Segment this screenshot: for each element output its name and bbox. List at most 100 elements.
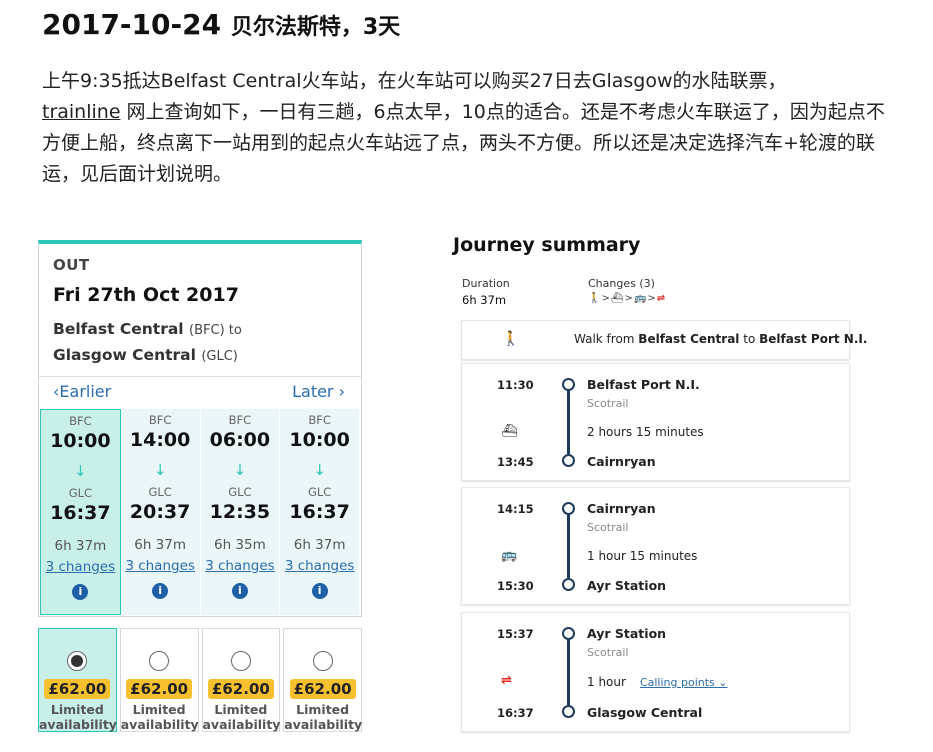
arrow-down-icon: ↓ (313, 461, 326, 479)
radio[interactable] (149, 651, 170, 671)
info-icon[interactable]: i (152, 583, 169, 599)
info-icon[interactable]: i (72, 584, 89, 600)
stop-dot (562, 454, 575, 467)
arr-station-code: GLC (68, 486, 93, 500)
info-icon[interactable]: i (311, 583, 328, 599)
journey-option-3[interactable]: BFC 06:00 ↓ GLC 12:35 6h 35m 3 changes i (200, 409, 281, 615)
dep-station: Cairnryan (587, 501, 656, 516)
radio[interactable] (230, 651, 251, 671)
arr-station-code: GLC (228, 485, 252, 499)
post-paragraph: 上午9:35抵达Belfast Central火车站，在火车站可以购买27日去G… (42, 66, 902, 190)
price-option-3[interactable]: £62.00 Limited availability (201, 628, 281, 732)
dep-station-code: BFC (148, 413, 172, 427)
heading-rest: 贝尔法斯特，3天 (230, 15, 401, 40)
availability-text: Limited availability (39, 702, 117, 732)
journey-option-1[interactable]: BFC 10:00 ↓ GLC 16:37 6h 37m 3 changes i (40, 409, 121, 615)
dep-time: 10:00 (289, 429, 350, 451)
availability-line1: Limited (50, 702, 104, 717)
from-station: Belfast Central (53, 320, 184, 338)
chevron-down-icon: ⌄ (714, 676, 728, 689)
price-option-2[interactable]: £62.00 Limited availability (119, 628, 199, 732)
leg-1: 11:30 Belfast Port N.I. Scotrail ⛴ 2 hou… (461, 363, 850, 481)
arr-station-code: GLC (148, 485, 172, 499)
dep-time: 11:30 (497, 378, 534, 392)
arrow-down-icon: ↓ (74, 462, 87, 480)
availability-line1: Limited (214, 702, 268, 717)
out-label: OUT (53, 256, 90, 274)
dep-station: Belfast Port N.I. (587, 377, 700, 392)
changes-link[interactable]: 3 changes (121, 558, 200, 574)
ferry-icon: ⛴ (610, 293, 625, 304)
paragraph-part2: 网上查询如下，一日有三趟，6点太早，10点的适合。还是不考虑火车联运了，因为起点… (42, 101, 885, 185)
travel-date: Fri 27th Oct 2017 (53, 284, 239, 306)
trainline-link[interactable]: trainline (42, 101, 121, 123)
availability-line1: Limited (132, 702, 186, 717)
chevron-right-icon: › (333, 382, 345, 401)
duration-label: Duration (462, 277, 510, 290)
bus-icon: 🚌 (501, 548, 518, 563)
earlier-label: Earlier (59, 382, 112, 401)
leg-duration: 2 hours 15 minutes (587, 425, 704, 439)
national-rail-icon: ⇌ (501, 673, 512, 688)
route-from: Belfast Central (BFC) to (53, 320, 242, 338)
availability-line2: availability (39, 717, 117, 732)
dep-station-code: BFC (69, 414, 92, 428)
arr-station: Glasgow Central (587, 705, 703, 720)
changes-link[interactable]: 3 changes (201, 558, 280, 574)
arr-station-code: GLC (307, 485, 332, 499)
earlier-button[interactable]: ‹Earlier (53, 382, 111, 401)
route-line (567, 390, 570, 454)
dep-time: 10:00 (50, 430, 111, 452)
arr-time: 20:37 (129, 501, 191, 523)
journey-duration: 6h 37m (134, 537, 186, 553)
availability-line2: availability (120, 717, 199, 732)
dep-time: 14:15 (497, 502, 534, 516)
journey-duration: 6h 37m (293, 537, 346, 553)
later-button[interactable]: Later › (292, 382, 345, 401)
availability-line2: availability (202, 717, 281, 732)
arr-time: 16:37 (497, 706, 534, 720)
journey-summary-title: Journey summary (453, 234, 641, 256)
availability-line2: availability (284, 717, 363, 732)
changes-link[interactable]: 3 changes (41, 559, 120, 575)
walk-icon: 🚶 (502, 331, 520, 347)
changes-link[interactable]: 3 changes (280, 558, 359, 574)
arr-station: Ayr Station (587, 578, 667, 593)
dep-time: 06:00 (209, 429, 271, 451)
arr-time: 16:37 (50, 502, 111, 524)
arr-time: 15:30 (497, 579, 534, 593)
radio-selected[interactable] (67, 651, 88, 671)
arr-time: 16:37 (289, 501, 350, 523)
changes-label: Changes (3) (588, 277, 655, 290)
walk-prefix: Walk from (574, 332, 639, 346)
post-heading: 2017-10-24 贝尔法斯特，3天 (42, 8, 400, 41)
leg-3: 15:37 Ayr Station Scotrail ⇌ 1 hour Calli… (461, 612, 850, 732)
national-rail-icon: ⇌ (656, 293, 667, 304)
calling-points-label: Calling points (639, 676, 715, 689)
walk-to: Belfast Port N.I. (759, 332, 868, 346)
dep-time: 15:37 (497, 627, 534, 641)
journey-duration: 6h 37m (54, 538, 107, 554)
price-option-4[interactable]: £62.00 Limited availability (283, 628, 362, 732)
journey-option-4[interactable]: BFC 10:00 ↓ GLC 16:37 6h 37m 3 changes i (280, 409, 360, 615)
dep-station-code: BFC (228, 413, 252, 427)
arr-time: 13:45 (497, 455, 534, 469)
dep-station: Ayr Station (587, 626, 667, 641)
price-badge: £62.00 (126, 679, 193, 699)
availability-line1: Limited (296, 702, 350, 717)
heading-date: 2017-10-24 (42, 8, 222, 41)
radio[interactable] (312, 651, 333, 671)
leg-2: 14:15 Cairnryan Scotrail 🚌 1 hour 15 min… (461, 487, 850, 605)
price-option-1[interactable]: £62.00 Limited availability (38, 628, 117, 732)
price-badge: £62.00 (207, 679, 274, 699)
info-icon[interactable]: i (231, 583, 248, 599)
mode-icons: 🚶>⛴>🚌>⇌ (588, 293, 667, 304)
leg-duration: 1 hour 15 minutes (587, 549, 698, 563)
journey-summary-panel: Journey summary Duration 6h 37m Changes … (448, 232, 867, 747)
calling-points-link[interactable]: Calling points ⌄ (640, 676, 728, 689)
arrow-down-icon: ↓ (153, 461, 167, 479)
walk-segment: 🚶 Walk from Belfast Central to Belfast P… (461, 320, 867, 360)
journey-option-2[interactable]: BFC 14:00 ↓ GLC 20:37 6h 37m 3 changes i (120, 409, 201, 615)
leg-duration-text: 1 hour (587, 675, 626, 689)
availability-text: Limited availability (284, 702, 363, 732)
